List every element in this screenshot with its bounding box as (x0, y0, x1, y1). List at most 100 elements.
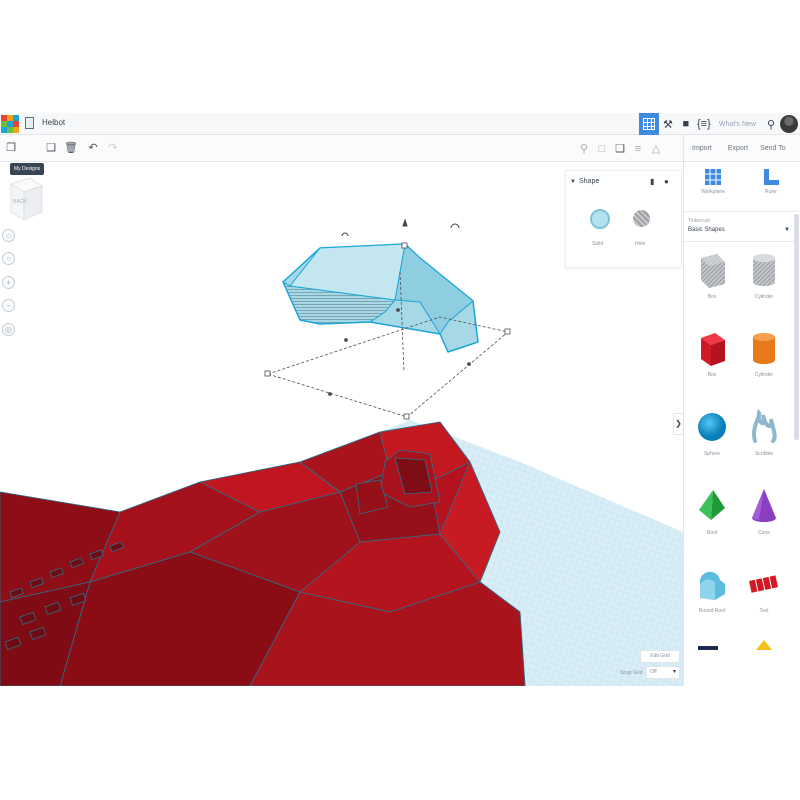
shape-box-hole[interactable]: Box (686, 250, 738, 322)
top-right-controls: ⚒ ■ {≡} What's New ⚲ (638, 113, 800, 135)
library-value: Basic Shapes (688, 227, 725, 233)
round-roof-icon (699, 571, 725, 600)
shape-label: Roof (706, 530, 718, 536)
hole-label: Hole (635, 241, 646, 247)
align-icon[interactable]: ≡ (631, 142, 645, 156)
partial-pyramid-icon (756, 640, 772, 650)
duplicate-icon[interactable]: ❑ (44, 141, 58, 155)
panel-divider (684, 211, 800, 212)
shape-label: Cylinder (754, 372, 774, 378)
trash-icon[interactable]: 🗑 (64, 141, 78, 155)
mirror-icon[interactable]: △ (649, 142, 663, 156)
3d-workspace[interactable]: BACK ⌂ ○ + − ◎ ▼ Shape ▮ ● Solid Hole Ed… (0, 162, 683, 686)
rotate-handles[interactable] (341, 218, 460, 237)
chevron-down-icon: ▼ (784, 227, 790, 233)
workplane-label: Workplane (701, 189, 725, 195)
chevron-down-icon[interactable]: ▼ (570, 179, 576, 185)
undo-icon[interactable]: ↶ (86, 141, 100, 155)
3d-design-view-button[interactable] (638, 113, 659, 135)
shape-scribble[interactable]: Scribble (738, 407, 790, 479)
red-ship-model[interactable] (0, 421, 526, 686)
cylinder-hole-icon (753, 254, 775, 286)
shape-roof[interactable]: Roof (686, 486, 738, 558)
shapes-panel: Workplane Ruler Tinkercad Basic Shapes ▼… (683, 162, 800, 686)
shape-label: Text (759, 608, 769, 614)
file-actions: Import Export Send To (684, 135, 790, 162)
box-hole-icon (701, 254, 725, 288)
shape-label: Scribble (754, 451, 774, 457)
shape-inspector: ▼ Shape ▮ ● Solid Hole (565, 170, 682, 268)
solid-label: Solid (592, 241, 604, 247)
view-cube[interactable]: BACK (8, 176, 44, 222)
shape-label: Cone (758, 530, 770, 536)
panel-scrollbar[interactable] (794, 214, 799, 440)
ruler-label: Ruler (765, 189, 777, 195)
shape-cylinder-hole[interactable]: Cylinder (738, 250, 790, 322)
shape-label: Cylinder (754, 294, 774, 300)
cone-icon (752, 489, 776, 522)
export-button[interactable]: Export (720, 135, 756, 162)
perspective-icon[interactable]: ◎ (2, 323, 15, 336)
tooltip: My Designs (10, 163, 45, 175)
zoom-in-icon[interactable]: + (2, 276, 15, 289)
shape-label: Sphere (703, 451, 721, 457)
home-view-icon[interactable]: ⌂ (2, 229, 15, 242)
tinkercad-editor: Helbot ⚒ ■ {≡} What's New ⚲ ❐ ❑ 🗑 ↶ ↷ My… (0, 113, 800, 686)
shape-label: Box (707, 294, 717, 300)
text-icon (749, 575, 778, 593)
ruler-icon (764, 169, 779, 185)
workplane-tool[interactable]: Workplane (684, 168, 742, 195)
lock-icon[interactable]: ▮ (650, 177, 654, 186)
whats-new-link[interactable]: What's New (713, 113, 762, 135)
box-icon (701, 333, 725, 366)
shape-text[interactable]: Text (738, 564, 790, 636)
shape-tools: ⚲ □ ❏ ≡ △ (575, 135, 665, 162)
pin-icon[interactable]: ⚲ (577, 142, 591, 156)
copy-icon[interactable]: ❐ (4, 141, 18, 155)
library-category: Tinkercad (688, 218, 710, 224)
redo-icon[interactable]: ↷ (106, 141, 120, 155)
selected-shape[interactable] (281, 243, 479, 353)
add-user-icon[interactable]: ⚲ (762, 113, 780, 135)
shape-cylinder[interactable]: Cylinder (738, 328, 790, 400)
partial-shape-icon (698, 646, 718, 650)
fit-view-icon[interactable]: ○ (2, 252, 15, 265)
top-bar: Helbot ⚒ ■ {≡} What's New ⚲ (0, 113, 800, 135)
ruler-tool[interactable]: Ruler (742, 168, 800, 195)
view-cube-label: BACK (13, 199, 27, 205)
snap-grid-select[interactable]: Off (646, 666, 680, 679)
send-to-button[interactable]: Send To (756, 135, 790, 162)
lightbulb-icon[interactable]: ● (664, 177, 669, 186)
shape-library-select[interactable]: Tinkercad Basic Shapes ▼ (684, 213, 795, 242)
hammer-icon[interactable]: ⚒ (659, 113, 677, 135)
snap-grid-label: Snap Grid (620, 670, 643, 676)
shape-round-roof[interactable]: Round Roof (686, 564, 738, 636)
roof-icon (699, 490, 725, 520)
edit-grid-button[interactable]: Edit Grid (640, 650, 680, 663)
hole-swatch[interactable] (633, 210, 650, 227)
toolbar: ❐ ❑ 🗑 ↶ ↷ My Designs ⚲ □ ❏ ≡ △ Import Ex… (0, 135, 800, 175)
shape-sphere[interactable]: Sphere (686, 407, 738, 479)
brick-icon[interactable]: ■ (677, 113, 695, 135)
solid-color-swatch[interactable] (590, 209, 610, 229)
scribble-icon (752, 408, 777, 443)
collapse-panel-button[interactable]: ❯ (673, 413, 683, 435)
sphere-icon (698, 413, 726, 441)
codeblocks-icon[interactable]: {≡} (695, 113, 713, 135)
workplane-icon (705, 169, 721, 185)
import-button[interactable]: Import (684, 135, 720, 162)
design-icon (25, 117, 34, 129)
tinkercad-logo[interactable] (1, 115, 19, 133)
inspector-title: Shape (579, 178, 600, 185)
zoom-out-icon[interactable]: − (2, 299, 15, 312)
design-title[interactable]: Helbot (42, 118, 65, 127)
shape-label: Round Roof (698, 608, 726, 614)
shape-box[interactable]: Box (686, 328, 738, 400)
avatar[interactable] (780, 115, 798, 133)
grid-icon (642, 118, 655, 130)
group-icon[interactable]: ❏ (613, 142, 627, 156)
cylinder-icon (753, 333, 775, 364)
shape-cone[interactable]: Cone (738, 486, 790, 558)
note-icon[interactable]: □ (595, 142, 609, 156)
shape-label: Box (707, 372, 717, 378)
